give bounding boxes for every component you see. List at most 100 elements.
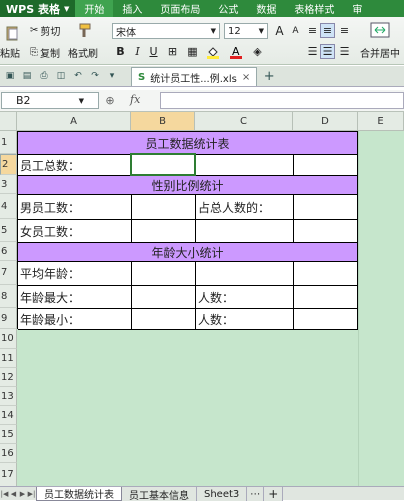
row-header-10[interactable]: 10 (0, 329, 17, 349)
cell-c9[interactable]: 人数： (196, 309, 294, 330)
italic-icon[interactable]: I (130, 44, 145, 59)
cell-a4[interactable]: 男员工数： (18, 195, 132, 220)
decrease-font-icon[interactable]: A (288, 23, 303, 38)
active-cell-selection[interactable] (130, 153, 196, 176)
fx-icon[interactable]: fx (130, 93, 140, 106)
font-select[interactable]: 宋体 ▼ (112, 23, 220, 39)
cell-d2[interactable] (294, 155, 358, 176)
row-header-14[interactable]: 14 (0, 406, 17, 425)
save-icon[interactable]: ▤ (20, 69, 34, 83)
cell-d7[interactable] (294, 262, 358, 286)
merge-center-button[interactable]: 合并居中 (360, 45, 400, 60)
column-header-a[interactable]: A (17, 112, 131, 131)
row-header-9[interactable]: 9 (0, 308, 17, 329)
cell-d8[interactable] (294, 286, 358, 309)
paste-icon[interactable] (4, 25, 20, 41)
cell-b4[interactable] (132, 195, 196, 220)
next-sheet-icon[interactable]: ▶ (18, 487, 27, 500)
undo-icon[interactable]: ↶ (71, 69, 85, 83)
font-color-icon[interactable]: A (228, 44, 243, 59)
increase-font-icon[interactable]: A (272, 23, 287, 38)
bold-icon[interactable]: B (113, 44, 128, 59)
first-sheet-icon[interactable]: |◀ (0, 487, 9, 500)
cell-b8[interactable] (132, 286, 196, 309)
sheet-tab-1[interactable]: 员工数据统计表 (36, 487, 122, 501)
chevron-down-icon[interactable]: ▾ (105, 69, 119, 83)
more-sheets-icon[interactable]: ⋯ (247, 487, 265, 501)
row-header-16[interactable]: 16 (0, 444, 17, 463)
cell-c8[interactable]: 人数： (196, 286, 294, 309)
row-header-1[interactable]: 1 (0, 131, 17, 154)
tab-data[interactable]: 数据 (247, 0, 285, 17)
format-painter-button[interactable]: 格式刷 (68, 45, 98, 60)
align-left-icon[interactable]: ☰ (305, 44, 320, 59)
redo-icon[interactable]: ↷ (88, 69, 102, 83)
paste-button[interactable]: 粘贴 (0, 45, 20, 60)
cut-button[interactable]: ✂ 剪切 (30, 23, 60, 38)
row-header-8[interactable]: 8 (0, 285, 17, 308)
row-header-12[interactable]: 12 (0, 368, 17, 387)
column-header-c[interactable]: C (195, 112, 293, 131)
tab-formulas[interactable]: 公式 (209, 0, 247, 17)
align-bottom-icon[interactable]: ≡ (337, 23, 352, 38)
cell-a9[interactable]: 年龄最小： (18, 309, 132, 330)
column-header-d[interactable]: D (293, 112, 358, 131)
cell-a7[interactable]: 平均年龄： (18, 262, 132, 286)
tab-review[interactable]: 审 (343, 0, 371, 17)
wps-icon[interactable]: ▣ (3, 69, 17, 83)
print-icon[interactable]: ⎙ (37, 69, 51, 83)
row-header-7[interactable]: 7 (0, 261, 17, 285)
cell-a1-title[interactable]: 员工数据统计表 (18, 132, 358, 155)
formula-input[interactable] (160, 92, 404, 109)
column-header-b[interactable]: B (131, 112, 195, 131)
cell-b9[interactable] (132, 309, 196, 330)
font-size-select[interactable]: 12 ▼ (224, 23, 268, 39)
underline-icon[interactable]: U (146, 44, 161, 59)
cell-b7[interactable] (132, 262, 196, 286)
cell-area[interactable]: 员工数据统计表 员工总数： 性别比例统计 男员工数： 占总人数的： 女员工数： … (17, 131, 404, 487)
cell-d4[interactable] (294, 195, 358, 220)
column-header-e[interactable]: E (358, 112, 404, 131)
format-painter-icon[interactable] (76, 21, 94, 39)
row-header-2[interactable]: 2 (0, 154, 17, 175)
document-tab[interactable]: S 统计员工性...例.xls × (131, 67, 258, 86)
zoom-icon[interactable]: ⊕ (104, 92, 116, 109)
cell-a3-title[interactable]: 性别比例统计 (18, 176, 358, 195)
cell-d5[interactable] (294, 220, 358, 243)
row-header-15[interactable]: 15 (0, 425, 17, 444)
close-icon[interactable]: × (242, 72, 250, 83)
row-header-17[interactable]: 17 (0, 463, 17, 487)
new-tab-icon[interactable]: + (262, 69, 276, 84)
cell-c2[interactable] (196, 155, 294, 176)
row-header-13[interactable]: 13 (0, 387, 17, 406)
tab-home[interactable]: 开始 (75, 0, 114, 17)
row-header-4[interactable]: 4 (0, 194, 17, 219)
cell-d9[interactable] (294, 309, 358, 330)
row-header-5[interactable]: 5 (0, 219, 17, 242)
align-top-icon[interactable]: ≡ (305, 23, 320, 38)
tab-table-style[interactable]: 表格样式 (285, 0, 343, 17)
app-menu-button[interactable]: WPS 表格 ▼ (0, 0, 76, 17)
add-sheet-icon[interactable]: + (264, 487, 284, 501)
cell-c5[interactable] (196, 220, 294, 243)
cell-a5[interactable]: 女员工数： (18, 220, 132, 243)
cell-a2[interactable]: 员工总数： (18, 155, 132, 176)
cell-b5[interactable] (132, 220, 196, 243)
prev-sheet-icon[interactable]: ◀ (9, 487, 18, 500)
cell-c4[interactable]: 占总人数的： (196, 195, 294, 220)
print-preview-icon[interactable]: ◫ (54, 69, 68, 83)
tab-page-layout[interactable]: 页面布局 (151, 0, 209, 17)
align-middle-icon[interactable]: ≡ (320, 23, 335, 38)
tab-insert[interactable]: 插入 (113, 0, 151, 17)
last-sheet-icon[interactable]: ▶| (27, 487, 36, 500)
sheet-tab-3[interactable]: Sheet3 (197, 487, 248, 501)
align-center-icon[interactable]: ☰ (320, 44, 335, 59)
align-right-icon[interactable]: ☰ (337, 44, 352, 59)
row-header-3[interactable]: 3 (0, 175, 17, 194)
copy-button[interactable]: ⎘ 复制 (30, 45, 60, 60)
row-header-11[interactable]: 11 (0, 349, 17, 368)
cell-a8[interactable]: 年龄最大： (18, 286, 132, 309)
merge-cells-icon[interactable]: ▦ (185, 44, 200, 59)
fill-color-icon[interactable] (205, 44, 220, 59)
sheet-tab-2[interactable]: 员工基本信息 (122, 487, 197, 502)
